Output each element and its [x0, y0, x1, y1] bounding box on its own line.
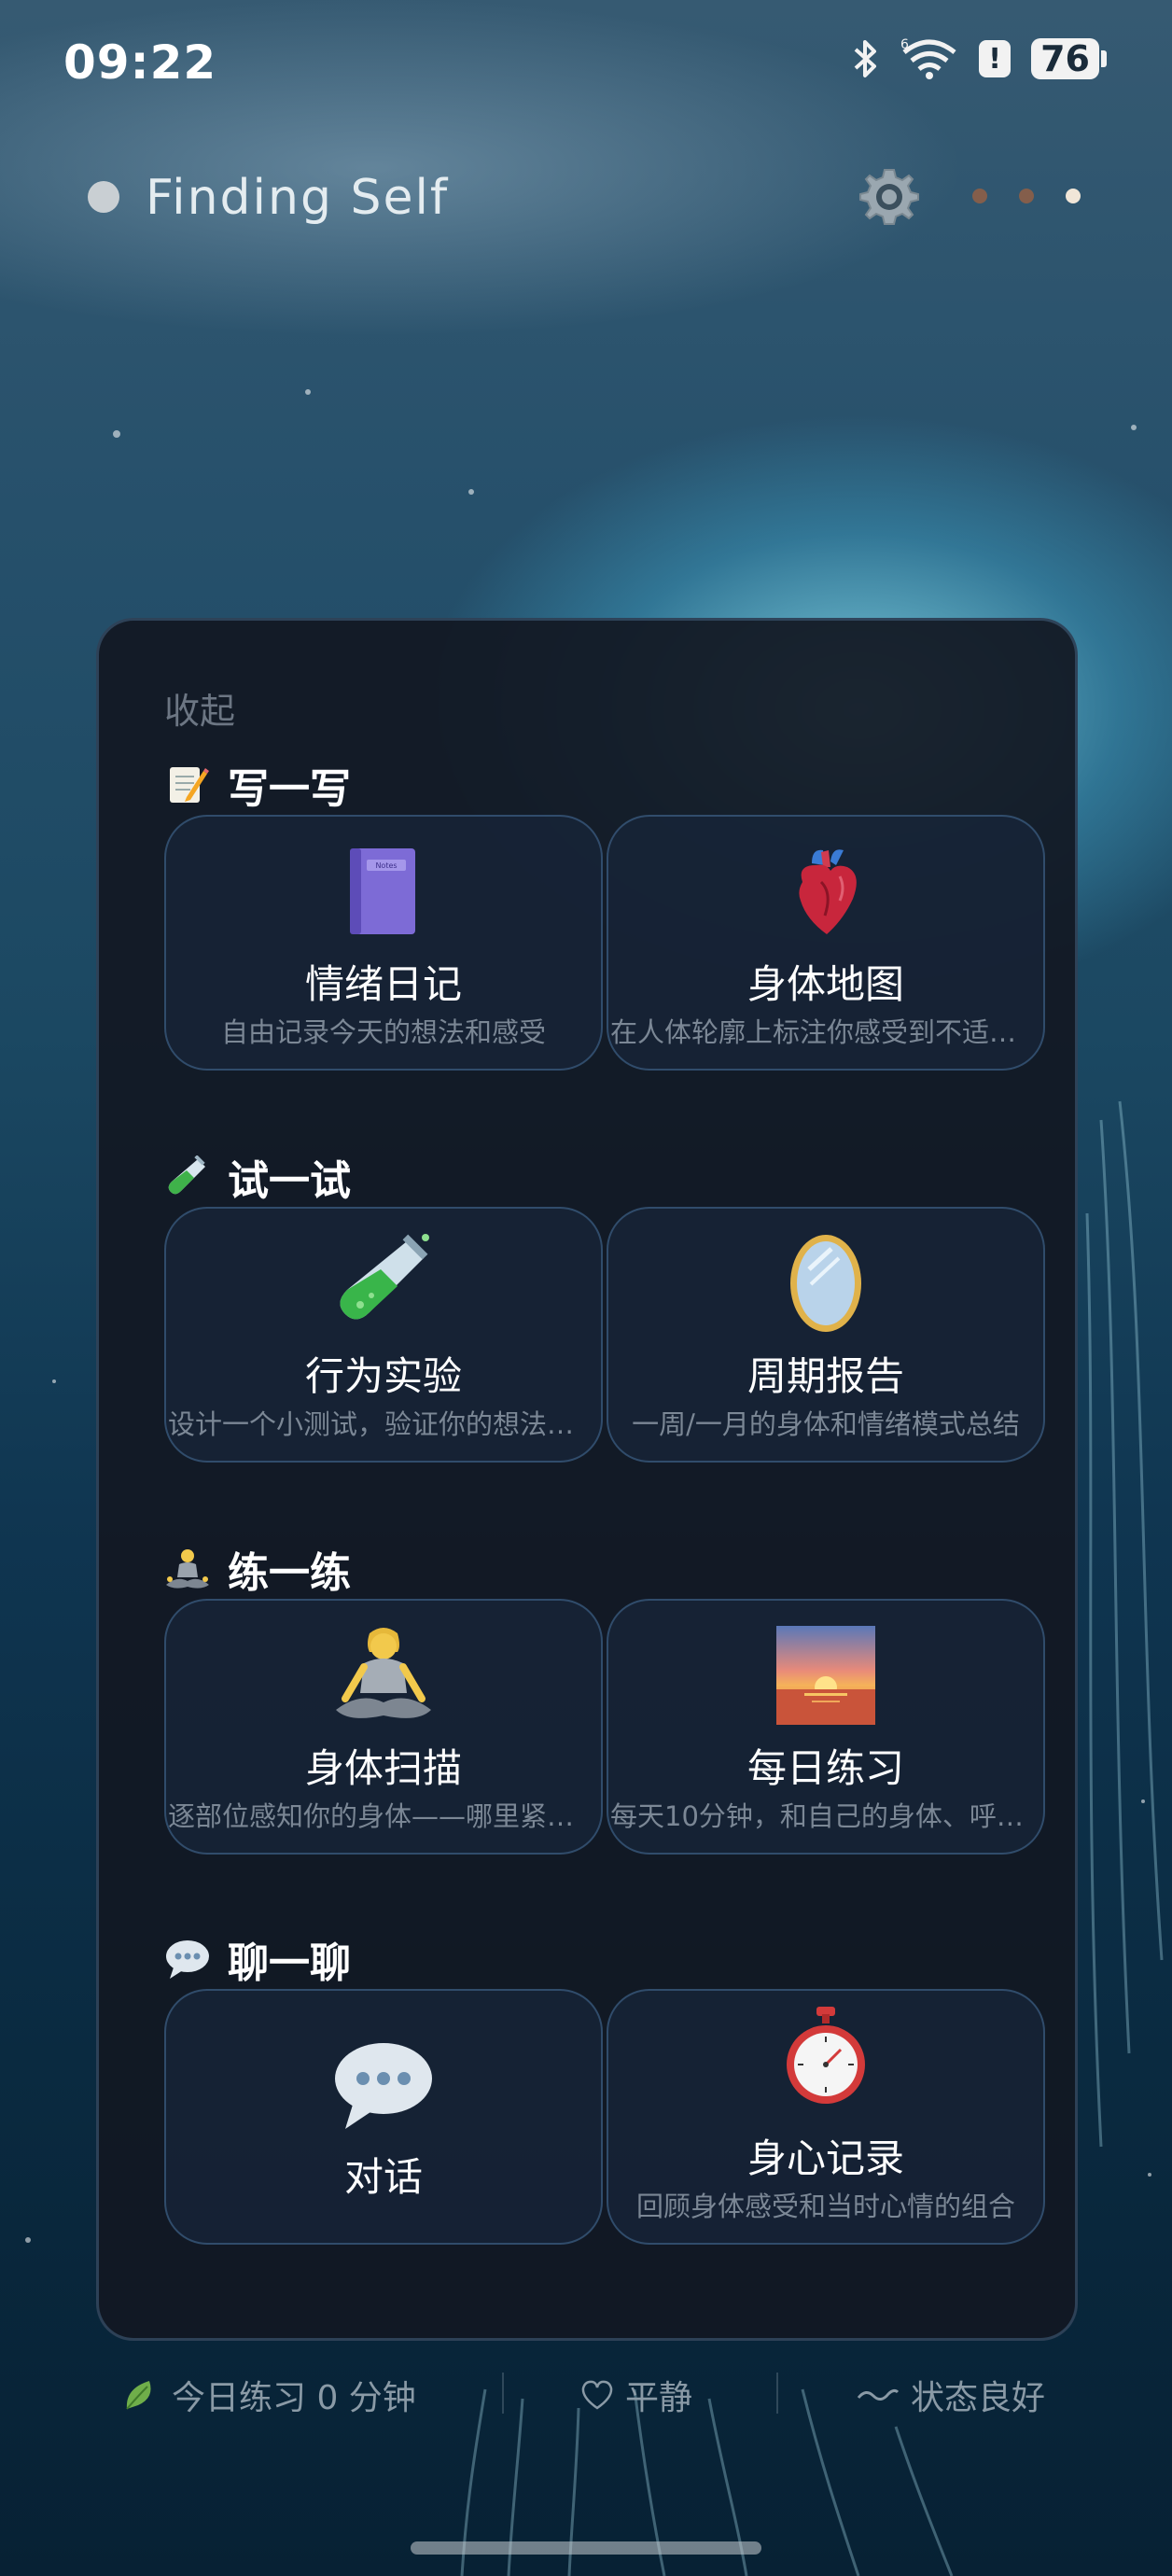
wave-icon	[857, 2381, 900, 2409]
section-write: 写一写 Notes 情绪日记 自由记录今天的想法和感受 身体地图 在人体轮廓上标…	[164, 757, 1045, 1071]
stopwatch-icon	[608, 2007, 1043, 2104]
section-header: 试一试	[164, 1149, 1041, 1205]
divider	[776, 2373, 778, 2414]
mirror-icon	[608, 1235, 1043, 1332]
sunset-icon	[608, 1626, 1043, 1725]
section-try: 试一试 行为实验 设计一个小测试，验证你的想法是否成立	[164, 1149, 1045, 1463]
card-description: 逐部位感知你的身体——哪里紧绷，哪里放松	[168, 1800, 601, 1832]
card-row: 身体扫描 逐部位感知你的身体——哪里紧绷，哪里放松	[164, 1599, 1045, 1855]
section-title: 聊一聊	[228, 1939, 351, 1987]
app-header: Finding Self	[88, 164, 1095, 230]
clock: 09:22	[63, 35, 217, 90]
card-description: 每天10分钟，和自己的身体、呼吸在一起	[610, 1800, 1043, 1832]
page-dot-1[interactable]	[972, 189, 987, 203]
anatomical-heart-icon	[608, 845, 1043, 938]
section-header: 练一练	[164, 1541, 1041, 1597]
page-indicator[interactable]	[972, 189, 1081, 203]
card-title: 情绪日记	[304, 961, 462, 1007]
card-row: 对话 身心记录 回顾身体感受和当时心情的组合	[164, 1989, 1045, 2245]
meditation-icon	[166, 1628, 601, 1722]
card-conversation[interactable]: 对话	[164, 1989, 603, 2245]
section-title: 练一练	[228, 1549, 351, 1597]
card-description: 设计一个小测试，验证你的想法是否成立	[168, 1408, 601, 1440]
section-title: 试一试	[228, 1157, 351, 1205]
gear-icon[interactable]	[857, 164, 922, 230]
section-practice: 练一练 身体扫描 逐部位感知你的身体——哪里紧绷，哪里放松	[164, 1541, 1045, 1855]
stat-label: 平静	[625, 2379, 693, 2417]
card-title: 行为实验	[304, 1353, 462, 1399]
daily-stats-bar: 今日练习 0 分钟 平静 状态良好	[0, 2361, 1172, 2427]
collapse-button[interactable]: 收起	[164, 682, 235, 734]
card-title: 身体地图	[746, 961, 904, 1007]
card-period-report[interactable]: 周期报告 一周/一月的身体和情绪模式总结	[607, 1207, 1045, 1463]
home-indicator[interactable]	[411, 2541, 761, 2555]
card-title: 每日练习	[746, 1745, 904, 1791]
test-tube-icon	[166, 1234, 601, 1330]
battery-level: 76	[1031, 38, 1099, 79]
stat-label: 今日练习 0 分钟	[172, 2379, 416, 2417]
speech-bubble-icon	[164, 1936, 211, 1982]
card-behavior-experiment[interactable]: 行为实验 设计一个小测试，验证你的想法是否成立	[164, 1207, 603, 1463]
meditation-icon	[164, 1546, 211, 1592]
card-mind-body-record[interactable]: 身心记录 回顾身体感受和当时心情的组合	[607, 1989, 1045, 2245]
card-description: 回顾身体感受和当时心情的组合	[635, 2191, 1015, 2222]
section-header: 聊一聊	[164, 1931, 1041, 1987]
alert-icon: !	[979, 40, 1012, 77]
stat-practice-time: 今日练习 0 分钟	[121, 2371, 416, 2419]
page-dot-2[interactable]	[1019, 189, 1034, 203]
card-description: 自由记录今天的想法和感受	[220, 1016, 546, 1048]
section-chat: 聊一聊 对话 身心记录 回顾身体感受和当时心情的组合	[164, 1931, 1045, 2245]
memo-icon	[164, 762, 211, 808]
card-row: Notes 情绪日记 自由记录今天的想法和感受 身体地图 在人体轮廓上标注你感受…	[164, 815, 1045, 1071]
card-description: 在人体轮廓上标注你感受到不适的地方	[610, 1016, 1043, 1048]
bluetooth-icon	[854, 40, 877, 77]
svg-text:Notes: Notes	[375, 861, 397, 870]
stat-condition: 状态良好	[857, 2371, 1045, 2419]
card-mood-journal[interactable]: Notes 情绪日记 自由记录今天的想法和感受	[164, 815, 603, 1071]
test-tube-icon	[164, 1154, 211, 1200]
card-title: 身体扫描	[304, 1745, 462, 1791]
card-body-map[interactable]: 身体地图 在人体轮廓上标注你感受到不适的地方	[607, 815, 1045, 1071]
card-title: 身心记录	[746, 2135, 904, 2181]
section-title: 写一写	[228, 765, 351, 813]
card-title: 对话	[343, 2154, 423, 2200]
feature-panel: 收起 写一写 Notes 情绪日记 自由记录今天的想法和感受 身体地图 在人体轮…	[96, 618, 1078, 2341]
section-header: 写一写	[164, 757, 1041, 813]
card-body-scan[interactable]: 身体扫描 逐部位感知你的身体——哪里紧绷，哪里放松	[164, 1599, 603, 1855]
divider	[502, 2373, 504, 2414]
status-dot	[88, 181, 119, 213]
heart-outline-icon	[580, 2379, 614, 2411]
leaf-icon	[121, 2375, 160, 2415]
status-icons: 6 ! 76	[852, 37, 1107, 80]
speech-bubble-icon	[166, 2037, 601, 2131]
stat-mood: 平静	[580, 2371, 692, 2419]
notebook-icon: Notes	[166, 845, 601, 938]
card-title: 周期报告	[746, 1353, 904, 1399]
card-daily-practice[interactable]: 每日练习 每天10分钟，和自己的身体、呼吸在一起	[607, 1599, 1045, 1855]
status-bar: 09:22 6 ! 76	[0, 0, 1172, 131]
svg-text:6: 6	[900, 37, 909, 52]
stat-label: 状态良好	[911, 2379, 1046, 2417]
app-title: Finding Self	[146, 170, 450, 226]
card-description: 一周/一月的身体和情绪模式总结	[632, 1408, 1020, 1440]
wifi-icon: 6	[900, 37, 956, 79]
page-dot-3[interactable]	[1066, 189, 1081, 203]
card-row: 行为实验 设计一个小测试，验证你的想法是否成立 周期报告 一周/一月的身体和情绪…	[164, 1207, 1045, 1463]
battery-icon: 76	[1031, 38, 1107, 79]
